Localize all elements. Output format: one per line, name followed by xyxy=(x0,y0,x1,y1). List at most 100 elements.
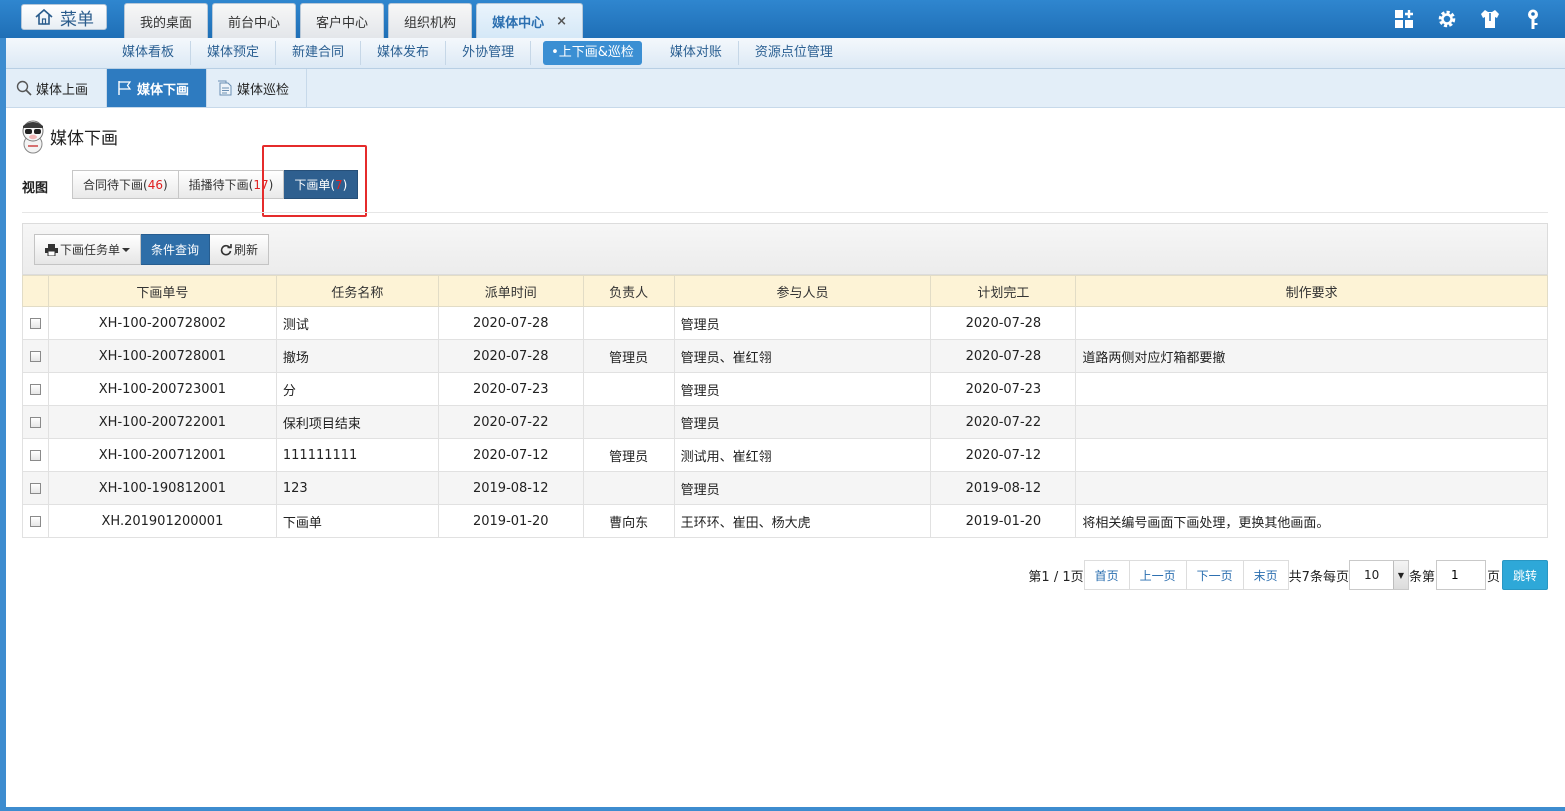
tab-media-inspect[interactable]: 媒体巡检 xyxy=(207,69,307,107)
gear-icon[interactable] xyxy=(1435,7,1459,31)
owner-cell xyxy=(582,405,675,439)
order-number-link[interactable]: XH-100-200728002 xyxy=(47,306,277,340)
shirt-icon[interactable] xyxy=(1478,7,1502,31)
row-checkbox[interactable] xyxy=(29,416,41,428)
divider xyxy=(22,212,1548,213)
tab-my-desktop[interactable]: 我的桌面 xyxy=(124,3,209,38)
row-checkbox-cell xyxy=(22,339,49,373)
button-label: 下画任务单 xyxy=(60,243,121,257)
row-checkbox[interactable] xyxy=(29,482,41,494)
printer-icon xyxy=(45,243,58,256)
orders-table: 下画单号 任务名称 派单时间 负责人 参与人员 计划完工 制作要求 XH-100… xyxy=(22,275,1548,538)
participants-cell: 王环环、崔田、杨大虎 xyxy=(673,504,932,538)
task-name-cell: 撤场 xyxy=(275,339,439,373)
button-label: 条件查询 xyxy=(151,243,200,257)
order-number-link[interactable]: XH.201901200001 xyxy=(47,504,277,538)
menu-button[interactable]: 菜单 xyxy=(21,4,107,30)
subnav-media-publish[interactable]: 媒体发布 xyxy=(361,41,447,65)
row-checkbox-cell xyxy=(22,372,49,406)
requirements-cell: 道路两侧对应灯箱都要撤 xyxy=(1075,339,1548,373)
task-name-cell: 下画单 xyxy=(275,504,439,538)
mascot-icon xyxy=(22,120,44,154)
top-icons xyxy=(1392,7,1545,31)
tab-label: 媒体下画 xyxy=(137,82,190,98)
next-page-button[interactable]: 下一页 xyxy=(1186,560,1244,590)
column-header[interactable]: 负责人 xyxy=(582,275,675,307)
column-header[interactable]: 任务名称 xyxy=(275,275,439,307)
order-number-link[interactable]: XH-100-200712001 xyxy=(47,438,277,472)
jump-button[interactable]: 跳转 xyxy=(1501,560,1548,590)
first-page-button[interactable]: 首页 xyxy=(1083,560,1130,590)
tab-label: 组织机构 xyxy=(404,15,457,31)
subnav-media-booking[interactable]: 媒体预定 xyxy=(191,41,277,65)
document-icon xyxy=(218,80,232,96)
view-contract-pending[interactable]: 合同待下画(46) xyxy=(72,170,179,199)
table-row: XH-100-200728002 测试 2020-07-28 管理员 2020-… xyxy=(22,306,1548,340)
order-number-link[interactable]: XH-100-200722001 xyxy=(47,405,277,439)
task-sheet-button[interactable]: 下画任务单 xyxy=(34,234,142,265)
tab-organization[interactable]: 组织机构 xyxy=(388,3,473,38)
caret-down-icon xyxy=(122,247,131,252)
table-row: XH.201901200001 下画单 2019-01-20 曹向东 王环环、崔… xyxy=(22,504,1548,538)
tab-media-center[interactable]: 媒体中心 × xyxy=(476,3,583,38)
dispatch-date-cell: 2020-07-28 xyxy=(437,339,584,373)
tab-media-install[interactable]: 媒体上画 xyxy=(6,69,107,107)
tab-customer-center[interactable]: 客户中心 xyxy=(300,3,385,38)
tab-media-uninstall[interactable]: 媒体下画 xyxy=(107,69,207,107)
order-number-link[interactable]: XH-100-190812001 xyxy=(47,471,277,505)
secondary-nav: 媒体看板 媒体预定 新建合同 媒体发布 外协管理 •上下画&巡检 媒体对账 资源… xyxy=(6,38,1565,69)
main-tabs: 我的桌面 前台中心 客户中心 组织机构 媒体中心 × xyxy=(124,3,583,38)
table-row: XH-100-190812001 123 2019-08-12 管理员 2019… xyxy=(22,471,1548,505)
key-icon[interactable] xyxy=(1521,7,1545,31)
prev-page-button[interactable]: 上一页 xyxy=(1129,560,1187,590)
requirements-cell xyxy=(1075,372,1548,406)
subnav-media-board[interactable]: 媒体看板 xyxy=(106,41,192,65)
refresh-button[interactable]: 刷新 xyxy=(210,234,270,265)
subnav-outsource[interactable]: 外协管理 xyxy=(446,41,532,65)
planned-finish-cell: 2020-07-23 xyxy=(930,372,1077,406)
row-checkbox[interactable] xyxy=(29,383,41,395)
column-header[interactable]: 派单时间 xyxy=(437,275,584,307)
total-info: 共7条每页 xyxy=(1288,569,1349,585)
refresh-icon xyxy=(220,243,232,255)
order-number-link[interactable]: XH-100-200728001 xyxy=(47,339,277,373)
row-checkbox[interactable] xyxy=(29,317,41,329)
column-header[interactable]: 参与人员 xyxy=(673,275,932,307)
table-row: XH-100-200723001 分 2020-07-23 管理员 2020-0… xyxy=(22,372,1548,406)
column-header[interactable]: 制作要求 xyxy=(1075,275,1548,307)
row-checkbox-cell xyxy=(22,306,49,340)
participants-cell: 测试用、崔红翎 xyxy=(673,438,932,472)
header-checkbox-cell xyxy=(22,275,49,307)
subnav-install-inspect[interactable]: •上下画&巡检 xyxy=(543,41,642,65)
chevron-down-icon: ▼ xyxy=(1392,561,1408,589)
row-checkbox[interactable] xyxy=(29,350,41,362)
subnav-resource-points[interactable]: 资源点位管理 xyxy=(739,41,849,65)
order-number-link[interactable]: XH-100-200723001 xyxy=(47,372,277,406)
page-size-select[interactable]: 10 ▼ xyxy=(1348,560,1409,590)
participants-cell: 管理员 xyxy=(673,306,932,340)
task-name-cell: 测试 xyxy=(275,306,439,340)
menu-label: 菜单 xyxy=(60,9,94,30)
close-icon[interactable]: × xyxy=(556,14,567,29)
row-checkbox-cell xyxy=(22,405,49,439)
dispatch-date-cell: 2020-07-12 xyxy=(437,438,584,472)
dispatch-date-cell: 2019-01-20 xyxy=(437,504,584,538)
tab-front-center[interactable]: 前台中心 xyxy=(212,3,297,38)
column-header[interactable]: 计划完工 xyxy=(930,275,1077,307)
last-page-button[interactable]: 末页 xyxy=(1243,560,1289,590)
grid-add-icon[interactable] xyxy=(1392,7,1416,31)
view-label-text: 插播待下画( xyxy=(188,178,254,192)
page-number-input[interactable] xyxy=(1435,560,1486,590)
row-checkbox[interactable] xyxy=(29,449,41,461)
query-button[interactable]: 条件查询 xyxy=(141,234,211,265)
subnav-new-contract[interactable]: 新建合同 xyxy=(276,41,362,65)
table-row: XH-100-200722001 保利项目结束 2020-07-22 管理员 2… xyxy=(22,405,1548,439)
subnav-reconcile[interactable]: 媒体对账 xyxy=(654,41,739,65)
page-title: 媒体下画 xyxy=(20,118,118,154)
planned-finish-cell: 2020-07-28 xyxy=(930,306,1077,340)
row-checkbox[interactable] xyxy=(29,515,41,527)
column-header[interactable]: 下画单号 xyxy=(47,275,277,307)
requirements-cell xyxy=(1075,438,1548,472)
planned-finish-cell: 2020-07-22 xyxy=(930,405,1077,439)
dispatch-date-cell: 2020-07-22 xyxy=(437,405,584,439)
